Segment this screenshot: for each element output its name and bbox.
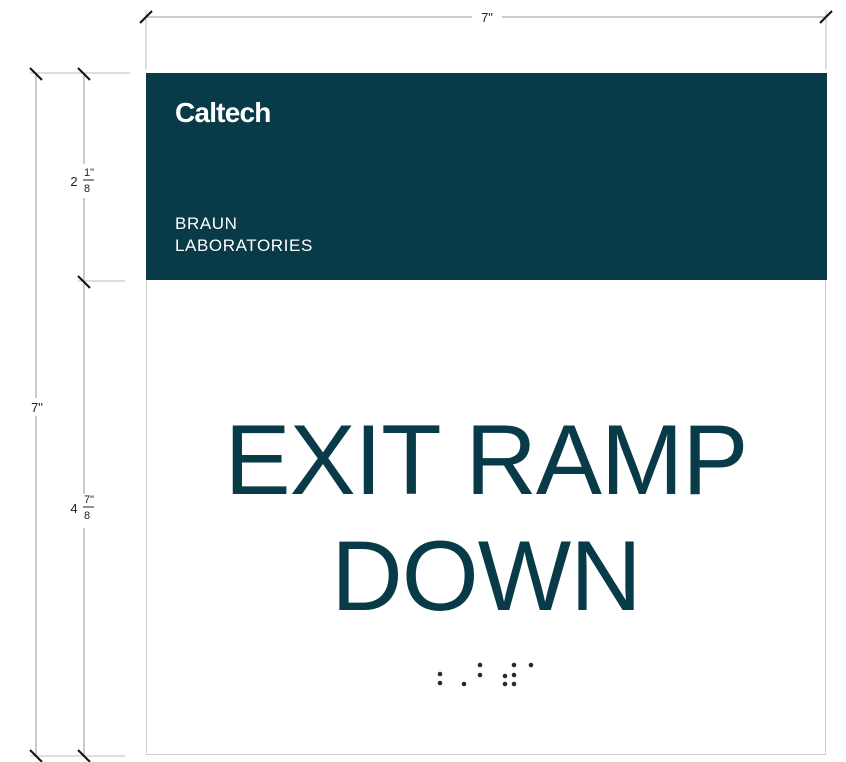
building-name: BRAUN LABORATORIES: [175, 213, 313, 257]
body-height-whole: 4: [70, 501, 77, 516]
braille-icon: ⠅⠄⠐⠠⠕⠵: [437, 662, 534, 687]
building-name-line1: BRAUN: [175, 214, 238, 233]
top-width-label: 7": [481, 10, 493, 25]
header-height-numerator: 1": [84, 167, 94, 179]
sign-message-line2: DOWN: [331, 520, 641, 631]
body-height-numerator: 7": [84, 494, 94, 506]
top-width-dimension: 7": [139, 9, 833, 70]
split-height-dimension: 2 1" 8 4 7" 8: [66, 67, 125, 762]
header-height-denominator: 8: [84, 183, 90, 195]
caltech-logo: Caltech: [175, 97, 271, 128]
total-height-label: 7": [31, 400, 43, 415]
header-height-whole: 2: [70, 174, 77, 189]
body-height-denominator: 8: [84, 510, 90, 522]
building-name-line2: LABORATORIES: [175, 236, 313, 255]
sign-message-line1: EXIT RAMP: [224, 404, 749, 515]
